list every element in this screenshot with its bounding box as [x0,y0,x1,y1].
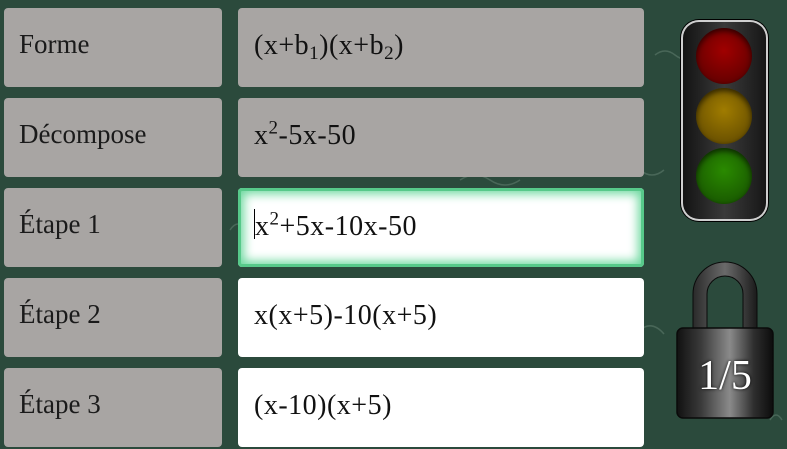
label-text: Étape 2 [19,299,101,329]
field-decompose: x2-5x-50 [238,98,644,177]
field-forme: (x+b1)(x+b2) [238,8,644,87]
input-etape-2[interactable]: x(x+5)-10(x+5) [238,278,644,357]
field-decompose-text: x2-5x-50 [254,117,357,151]
yellow-lamp-icon [696,88,752,144]
label-text: Décompose [19,119,147,149]
label-decompose: Décompose [4,98,222,177]
label-forme: Forme [4,8,222,87]
label-etape-1: Étape 1 [4,188,222,267]
red-lamp-icon [696,28,752,84]
label-text: Étape 1 [19,209,101,239]
lock-counter: 1/5 [698,353,752,399]
field-forme-text: (x+b1)(x+b2) [254,29,404,64]
green-lamp-icon [696,148,752,204]
input-etape-3-text[interactable]: (x-10)(x+5) [254,390,392,422]
label-text: Forme [19,29,90,59]
traffic-light-icon [681,20,768,221]
label-etape-3: Étape 3 [4,368,222,447]
input-etape-3[interactable]: (x-10)(x+5) [238,368,644,447]
input-etape-1-text[interactable]: x2+5x-10x-50 [254,208,417,243]
label-etape-2: Étape 2 [4,278,222,357]
label-text: Étape 3 [19,389,101,419]
input-etape-1[interactable]: x2+5x-10x-50 [238,188,644,267]
input-etape-2-text[interactable]: x(x+5)-10(x+5) [254,300,437,332]
